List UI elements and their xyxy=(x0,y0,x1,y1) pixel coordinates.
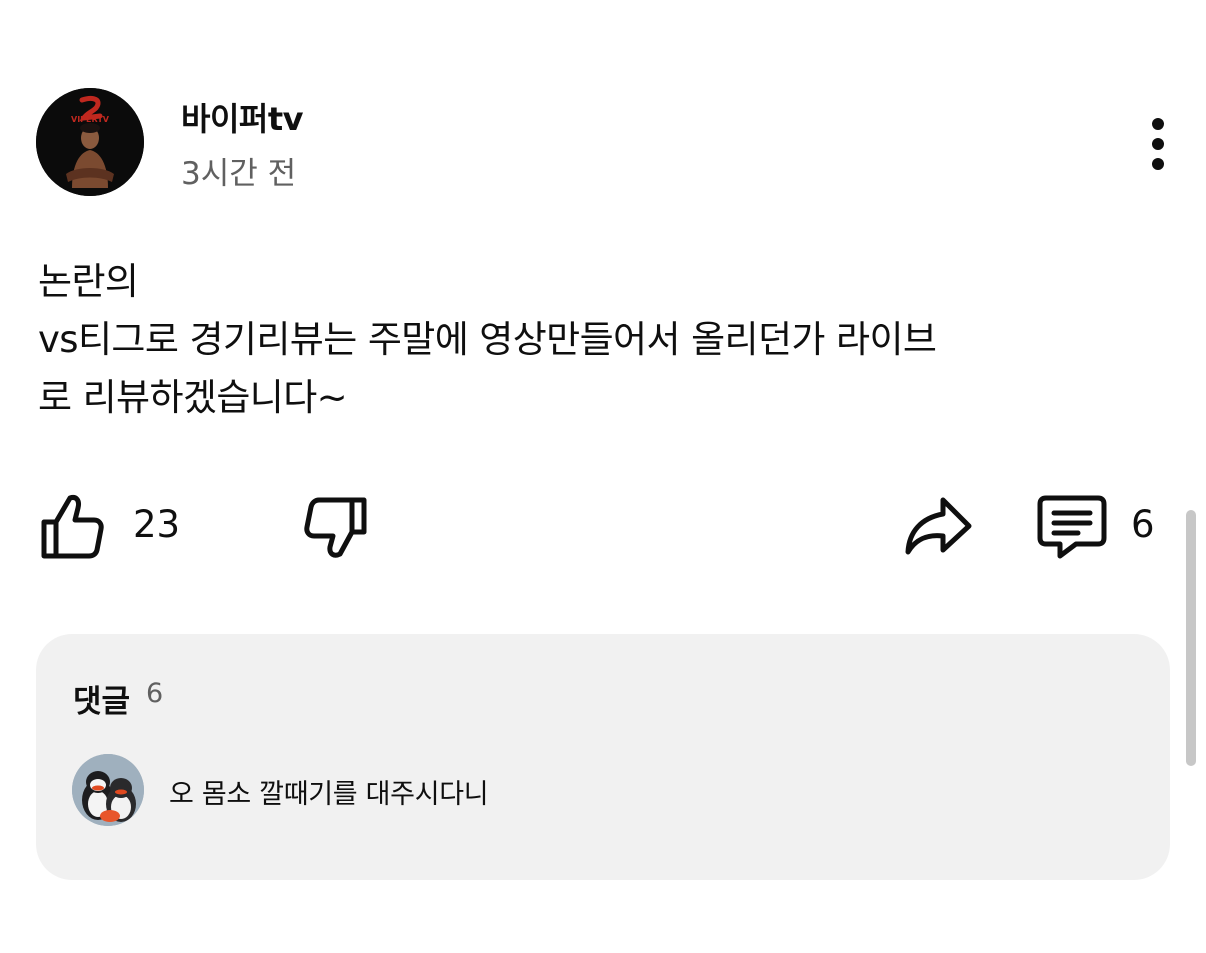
post-body-line: vs티그로 경기리뷰는 주말에 영상만들어서 올리던가 라이브 xyxy=(38,318,937,361)
comment-count: 6 xyxy=(1131,503,1155,546)
scrollbar[interactable] xyxy=(1186,510,1196,766)
comments-panel[interactable]: 댓글 6 오 몸소 깔때기를 대주시다니 xyxy=(36,634,1170,880)
post-body-line: 논란의 xyxy=(38,260,139,303)
comments-heading: 댓글 xyxy=(73,684,131,720)
thumbs-down-icon xyxy=(304,497,367,558)
more-vert-icon xyxy=(1152,118,1164,170)
comments-button[interactable] xyxy=(1036,494,1108,560)
top-comment-text: 오 몸소 깔때기를 대주시다니 xyxy=(169,779,489,810)
comment-icon xyxy=(1037,495,1107,559)
more-options-button[interactable] xyxy=(1134,112,1182,176)
svg-text:VIPERTV: VIPERTV xyxy=(71,115,110,124)
dislike-button[interactable] xyxy=(302,494,370,564)
post-timestamp: 3시간 전 xyxy=(181,156,297,192)
channel-avatar[interactable]: VIPERTV xyxy=(36,88,144,196)
share-icon xyxy=(905,497,972,555)
share-button[interactable] xyxy=(903,494,975,558)
comments-heading-count: 6 xyxy=(146,678,164,709)
thumbs-up-icon xyxy=(41,495,104,559)
commenter-avatar[interactable] xyxy=(72,754,144,826)
like-button[interactable] xyxy=(38,490,106,562)
channel-name[interactable]: 바이퍼tv xyxy=(181,94,303,140)
like-count: 23 xyxy=(133,503,181,546)
post-body: 논란의 vs티그로 경기리뷰는 주말에 영상만들어서 올리던가 라이브 로 리뷰… xyxy=(38,253,1178,427)
post-body-line: 로 리뷰하겠습니다~ xyxy=(38,376,348,419)
